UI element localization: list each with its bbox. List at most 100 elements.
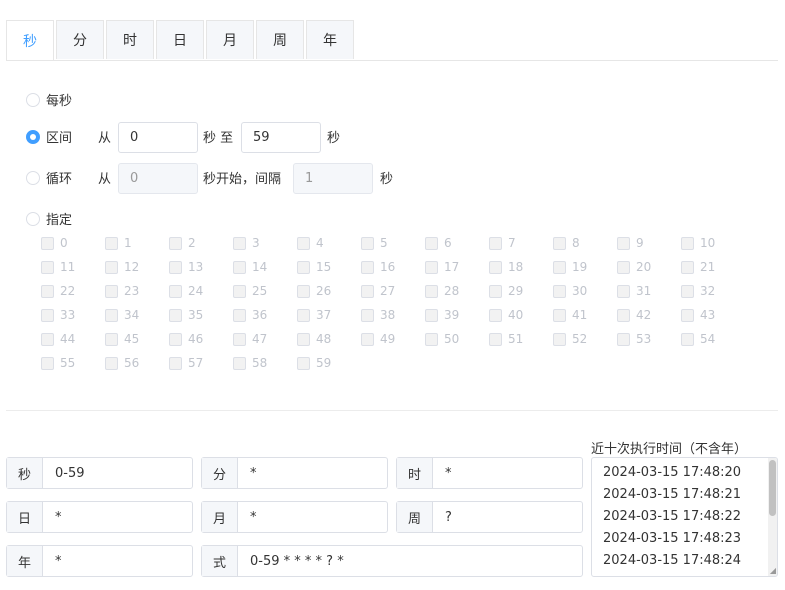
second-field-value[interactable]: 0-59 (43, 458, 192, 488)
second-checkbox-52[interactable]: 52 (553, 332, 587, 346)
checkbox-box[interactable] (41, 236, 54, 250)
checkbox-box[interactable] (169, 236, 182, 250)
checkbox-box[interactable] (233, 284, 246, 298)
second-checkbox-57[interactable]: 57 (169, 356, 203, 370)
checkbox-box[interactable] (297, 308, 310, 322)
second-checkbox-44[interactable]: 44 (41, 332, 75, 346)
year-field-value[interactable]: * (43, 546, 192, 576)
checkbox-box[interactable] (617, 308, 630, 322)
checkbox-box[interactable] (489, 332, 502, 346)
day-field-value[interactable]: * (43, 502, 192, 532)
tab-year[interactable]: 年 (306, 20, 354, 59)
checkbox-box[interactable] (361, 308, 374, 322)
checkbox-box[interactable] (361, 284, 374, 298)
second-checkbox-24[interactable]: 24 (169, 284, 203, 298)
second-checkbox-49[interactable]: 49 (361, 332, 395, 346)
checkbox-box[interactable] (617, 260, 630, 274)
second-checkbox-23[interactable]: 23 (105, 284, 139, 298)
every-radio[interactable] (26, 92, 40, 107)
second-checkbox-40[interactable]: 40 (489, 308, 523, 322)
checkbox-box[interactable] (41, 308, 54, 322)
checkbox-box[interactable] (169, 260, 182, 274)
checkbox-box[interactable] (489, 308, 502, 322)
expression-field-value[interactable]: 0-59 * * * * ? * (238, 546, 582, 576)
second-checkbox-16[interactable]: 16 (361, 260, 395, 274)
second-checkbox-18[interactable]: 18 (489, 260, 523, 274)
checkbox-box[interactable] (681, 284, 694, 298)
checkbox-box[interactable] (553, 236, 566, 250)
checkbox-box[interactable] (297, 332, 310, 346)
second-checkbox-26[interactable]: 26 (297, 284, 331, 298)
second-checkbox-38[interactable]: 38 (361, 308, 395, 322)
week-field-value[interactable]: ? (433, 502, 582, 532)
checkbox-box[interactable] (41, 284, 54, 298)
second-checkbox-11[interactable]: 11 (41, 260, 75, 274)
checkbox-box[interactable] (169, 284, 182, 298)
checkbox-box[interactable] (41, 356, 54, 370)
checkbox-box[interactable] (169, 356, 182, 370)
checkbox-box[interactable] (361, 260, 374, 274)
checkbox-box[interactable] (617, 284, 630, 298)
checkbox-box[interactable] (425, 284, 438, 298)
second-checkbox-17[interactable]: 17 (425, 260, 459, 274)
second-checkbox-1[interactable]: 1 (105, 236, 132, 250)
checkbox-box[interactable] (361, 236, 374, 250)
checkbox-box[interactable] (297, 356, 310, 370)
second-checkbox-21[interactable]: 21 (681, 260, 715, 274)
second-checkbox-43[interactable]: 43 (681, 308, 715, 322)
option-every[interactable]: 每秒 (26, 90, 72, 109)
second-checkbox-50[interactable]: 50 (425, 332, 459, 346)
second-checkbox-36[interactable]: 36 (233, 308, 267, 322)
option-loop[interactable]: 循环 (26, 168, 72, 187)
second-checkbox-25[interactable]: 25 (233, 284, 267, 298)
checkbox-box[interactable] (105, 260, 118, 274)
checkbox-box[interactable] (105, 236, 118, 250)
checkbox-box[interactable] (425, 308, 438, 322)
tab-month[interactable]: 月 (206, 20, 254, 59)
checkbox-box[interactable] (105, 308, 118, 322)
second-checkbox-27[interactable]: 27 (361, 284, 395, 298)
checkbox-box[interactable] (233, 332, 246, 346)
loop-radio[interactable] (26, 170, 40, 185)
second-checkbox-33[interactable]: 33 (41, 308, 75, 322)
tab-second[interactable]: 秒 (6, 20, 54, 60)
specify-radio[interactable] (26, 211, 40, 226)
checkbox-box[interactable] (41, 332, 54, 346)
checkbox-box[interactable] (489, 236, 502, 250)
checkbox-box[interactable] (169, 332, 182, 346)
range-radio[interactable] (26, 129, 40, 144)
checkbox-box[interactable] (233, 356, 246, 370)
second-checkbox-48[interactable]: 48 (297, 332, 331, 346)
checkbox-box[interactable] (233, 236, 246, 250)
checkbox-box[interactable] (105, 284, 118, 298)
checkbox-box[interactable] (553, 260, 566, 274)
hour-field-value[interactable]: * (433, 458, 582, 488)
second-checkbox-30[interactable]: 30 (553, 284, 587, 298)
tab-minute[interactable]: 分 (56, 20, 104, 59)
checkbox-box[interactable] (105, 356, 118, 370)
second-checkbox-8[interactable]: 8 (553, 236, 580, 250)
checkbox-box[interactable] (425, 260, 438, 274)
checkbox-box[interactable] (233, 260, 246, 274)
second-checkbox-31[interactable]: 31 (617, 284, 651, 298)
checkbox-box[interactable] (297, 284, 310, 298)
second-checkbox-14[interactable]: 14 (233, 260, 267, 274)
checkbox-box[interactable] (681, 308, 694, 322)
checkbox-box[interactable] (681, 332, 694, 346)
second-checkbox-54[interactable]: 54 (681, 332, 715, 346)
second-checkbox-41[interactable]: 41 (553, 308, 587, 322)
second-checkbox-2[interactable]: 2 (169, 236, 196, 250)
second-checkbox-0[interactable]: 0 (41, 236, 68, 250)
checkbox-box[interactable] (105, 332, 118, 346)
checkbox-box[interactable] (617, 236, 630, 250)
second-checkbox-39[interactable]: 39 (425, 308, 459, 322)
option-range[interactable]: 区间 (26, 127, 72, 146)
second-checkbox-51[interactable]: 51 (489, 332, 523, 346)
second-checkbox-32[interactable]: 32 (681, 284, 715, 298)
month-field-value[interactable]: * (238, 502, 387, 532)
second-checkbox-13[interactable]: 13 (169, 260, 203, 274)
second-checkbox-4[interactable]: 4 (297, 236, 324, 250)
tab-day[interactable]: 日 (156, 20, 204, 59)
second-checkbox-3[interactable]: 3 (233, 236, 260, 250)
second-checkbox-47[interactable]: 47 (233, 332, 267, 346)
